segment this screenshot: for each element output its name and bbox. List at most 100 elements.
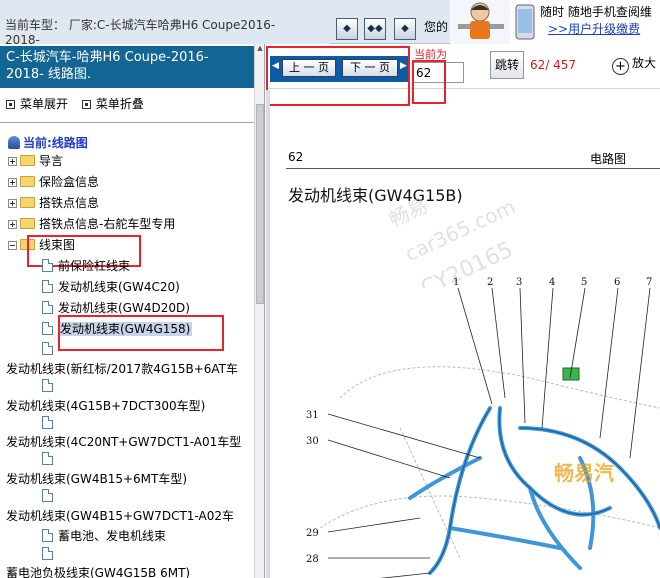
document-icon [42, 259, 53, 272]
tree-folder-label: 导言 [39, 154, 64, 168]
tree-item-label: 前保险杠线束 [58, 259, 131, 273]
collapse-toggle-icon[interactable] [8, 241, 17, 250]
callout-label: 30 [306, 436, 319, 447]
tree-item-battery-generator[interactable]: 蓄电池、发电机线束 [42, 528, 166, 544]
tree-folder-ground-points-rhd[interactable]: 搭铁点信息-右舵车型专用 [8, 216, 175, 232]
scroll-up-icon[interactable]: ▲ [255, 44, 264, 56]
notice-text: 您的 [424, 20, 449, 34]
current-vehicle-line2: 2018- [5, 33, 40, 44]
zoom-in-icon: + [612, 58, 629, 75]
tree-item-engine-gw4d20d[interactable]: 发动机线束(GW4D20D) [42, 300, 190, 316]
tree-folder-ground-points[interactable]: 搭铁点信息 [8, 195, 99, 211]
tree-folder-label: 搭铁点信息 [39, 196, 100, 210]
callout-label: 29 [306, 528, 319, 539]
tree-item-engine-4g15b-7dct[interactable]: 发动机线束(4G15B+7DCT300车型) [6, 398, 205, 414]
top-header: 当前车型： 厂家:C-长城汽车哈弗H6 Coupe2016- 2018- ◆ ◆… [0, 0, 660, 44]
tree-item-label: 蓄电池负极线束(GW4G15B 6MT) [6, 566, 191, 578]
panel-splitter[interactable] [266, 90, 270, 578]
highlight-box [58, 315, 224, 351]
phone-icon [515, 4, 535, 40]
callout-label: 31 [306, 410, 319, 421]
callout-label: 2 [487, 277, 493, 288]
document-icon [42, 322, 53, 335]
document-icon [42, 529, 53, 542]
document-icon [42, 452, 53, 465]
scrollbar-thumb[interactable] [256, 104, 264, 304]
tree-item-label: 蓄电池、发电机线束 [58, 529, 167, 543]
tree-item-label: 发动机线束(GW4D20D) [58, 301, 190, 315]
tree-item-front-bumper[interactable]: 前保险杠线束 [42, 258, 130, 274]
callout-label: 1 [453, 277, 459, 288]
current-location-icon [8, 136, 20, 149]
harness-diagram: 1 2 3 4 5 6 7 31 30 29 28 27 畅易汽 [306, 277, 660, 578]
sidebar: C-长城汽车-哈弗H6 Coupe-2016- 2018- 线路图. 菜单展开 … [0, 44, 265, 578]
current-location-label: 当前:线路图 [23, 136, 88, 150]
tree-item-label: 发动机线束(GW4C20) [58, 280, 180, 294]
tree-folder-intro[interactable]: 导言 [8, 153, 63, 169]
tree-item-label: 发动机线束(GW4B15+GW7DCT1-A02车 [6, 509, 234, 523]
tree-item-engine-2017-4g15b[interactable]: 发动机线束(新红标/2017款4G15B+6AT车 [6, 361, 238, 377]
document-viewer: ◀ 上 一 页 下 一 页 ▶ 当前为 跳转 62/ 457 +放大 62 电路… [266, 44, 660, 578]
upgrade-link[interactable]: >>用户升级缴费 [548, 20, 640, 37]
zoom-in-label: 放大 [632, 56, 657, 70]
expand-toggle-icon[interactable] [8, 199, 17, 208]
highlight-box [266, 46, 410, 106]
callout-label: 4 [549, 277, 555, 288]
stamp-text: 畅易汽 [554, 461, 614, 485]
menu-expand-link[interactable]: 菜单展开 [20, 97, 68, 111]
dual-page-button[interactable]: ◆◆ [364, 18, 386, 40]
current-vehicle-line1: 当前车型： 厂家:C-长城汽车哈弗H6 Coupe2016- [5, 18, 276, 32]
tree-item-label: 发动机线束(4C20NT+GW7DCT1-A01车型 [6, 435, 242, 449]
jump-button[interactable]: 跳转 [490, 51, 524, 79]
tree-item-label: 发动机线束(GW4B15+6MT车型) [6, 472, 188, 486]
document-icon [42, 280, 53, 293]
promo-banner: 随时 随地手机查阅维 >>用户升级缴费 [510, 0, 660, 44]
document-icon [42, 301, 53, 314]
menu-collapse-link[interactable]: 菜单折叠 [96, 97, 144, 111]
expand-toggle-icon[interactable] [8, 220, 17, 229]
tree-item-engine-gw4c20[interactable]: 发动机线束(GW4C20) [42, 279, 180, 295]
folder-icon [20, 197, 35, 208]
last-page-button[interactable]: ◆ [394, 18, 416, 40]
sidebar-title: C-长城汽车-哈弗H6 Coupe-2016- 2018- 线路图. [0, 46, 254, 88]
tree-item-label: 发动机线束(新红标/2017款4G15B+6AT车 [6, 362, 238, 376]
sidebar-title-line1: C-长城汽车-哈弗H6 Coupe-2016- [6, 50, 209, 65]
divider [0, 122, 254, 123]
page-count: 62/ 457 [530, 58, 577, 72]
tree-folder-label: 保险盒信息 [39, 175, 100, 189]
document-icon [42, 547, 53, 560]
callout-label: 3 [516, 277, 522, 288]
current-location: 当前:线路图 [8, 134, 88, 151]
tree-item-engine-gw4b15-7dct[interactable]: 发动机线束(GW4B15+GW7DCT1-A02车 [6, 508, 234, 524]
first-page-button[interactable]: ◆ [336, 18, 358, 40]
tree-folder-label: 搭铁点信息-右舵车型专用 [39, 217, 176, 231]
tree-item-engine-4c20nt[interactable]: 发动机线束(4C20NT+GW7DCT1-A01车型 [6, 434, 241, 450]
page-number: 62 [288, 150, 304, 164]
tree-item-battery-negative[interactable]: 蓄电池负极线束(GW4G15B 6MT) [6, 565, 190, 578]
callout-label: 6 [614, 277, 620, 288]
promo-text: 随时 随地手机查阅维 [540, 5, 652, 19]
folder-icon [20, 176, 35, 187]
callout-label: 5 [581, 277, 587, 288]
watermark-line1: 畅易 [385, 193, 431, 232]
document-page: 62 电路图 发动机线束(GW4G15B) 畅易 car365.com CY20… [280, 138, 660, 578]
zoom-in-button[interactable]: + 放大 [612, 54, 656, 75]
collapse-icon [81, 100, 91, 109]
sidebar-title-line2: 2018- 线路图. [6, 67, 92, 82]
tree-folder-fuse-box[interactable]: 保险盒信息 [8, 174, 99, 190]
expand-icon [6, 100, 15, 109]
folder-icon [20, 218, 35, 229]
mascot-icon [450, 0, 510, 44]
tree-item-engine-gw4b15-6mt[interactable]: 发动机线束(GW4B15+6MT车型) [6, 471, 187, 487]
document-icon [42, 489, 53, 502]
expand-toggle-icon[interactable] [8, 157, 17, 166]
sidebar-scrollbar[interactable]: ▲ [254, 44, 264, 578]
callout-label: 28 [306, 554, 319, 565]
document-icon [42, 379, 53, 392]
current-vehicle: 当前车型： 厂家:C-长城汽车哈弗H6 Coupe2016- 2018- [0, 0, 330, 44]
tree-item-label: 发动机线束(4G15B+7DCT300车型) [6, 399, 206, 413]
highlight-box [412, 60, 446, 104]
document-icon [42, 416, 53, 429]
expand-toggle-icon[interactable] [8, 178, 17, 187]
folder-icon [20, 155, 35, 166]
